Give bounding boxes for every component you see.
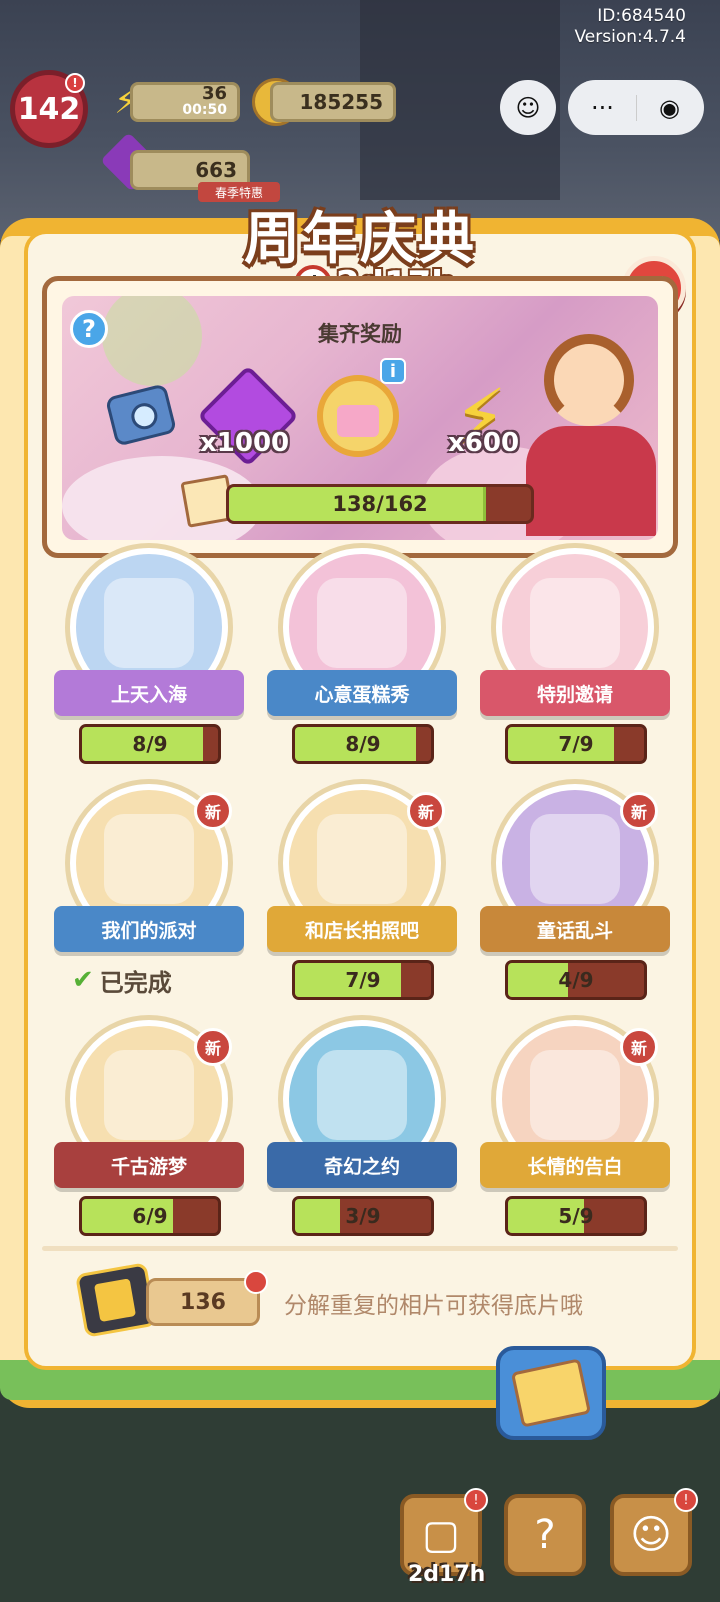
player-id: ID:684540 — [597, 6, 686, 26]
album-progress-bar: 8/9 — [292, 724, 434, 764]
album-art-icon — [317, 814, 407, 904]
close-miniprogram-icon[interactable]: ◉ — [637, 94, 703, 122]
cake-icon — [317, 375, 399, 457]
album-art-icon — [104, 1050, 194, 1140]
album-completed-status: ✔ 已完成 — [72, 960, 172, 1000]
level-badge[interactable]: 142! — [10, 70, 88, 148]
event-title: 周年庆典 — [244, 207, 476, 272]
album-title: 心意蛋糕秀 — [267, 670, 457, 716]
album-progress-bar: 7/9 — [292, 960, 434, 1000]
completed-label: 已完成 — [99, 968, 172, 997]
divider — [42, 1246, 678, 1251]
envelope-icon — [510, 1358, 592, 1428]
album-card[interactable]: 上天入海 8/9 — [54, 548, 244, 764]
album-progress-text: 5/9 — [558, 1204, 594, 1228]
energy-value: 36 — [201, 83, 227, 104]
album-card[interactable]: 特别邀请 7/9 — [480, 548, 670, 764]
album-card[interactable]: 我们的派对 新 ✔ 已完成 — [54, 784, 244, 997]
decompose-hint: 分解重复的相片可获得底片哦 — [284, 1293, 583, 1319]
album-title: 上天入海 — [54, 670, 244, 716]
new-badge: 新 — [620, 792, 658, 830]
coin-counter[interactable]: 185255 — [270, 82, 396, 122]
album-title: 童话乱斗 — [480, 906, 670, 952]
album-art-icon — [104, 814, 194, 904]
new-badge: 新 — [407, 792, 445, 830]
avatar-button[interactable]: ☺ — [500, 80, 556, 135]
mystery-button[interactable]: ? — [504, 1494, 586, 1576]
version-text: Version:4.7.4 — [574, 27, 687, 47]
album-progress-text: 4/9 — [558, 968, 594, 992]
collect-reward-label: 集齐奖励 — [318, 322, 402, 346]
new-badge: 新 — [194, 1028, 232, 1066]
album-alert-dot: ! — [464, 1488, 488, 1512]
album-card[interactable]: 和店长拍照吧 新 7/9 — [267, 784, 457, 1000]
coin-value: 185255 — [299, 90, 384, 114]
album-title: 千古游梦 — [54, 1142, 244, 1188]
miniprogram-capsule: ··· ◉ — [568, 80, 704, 135]
reward-gems-count: x1000 — [200, 428, 290, 458]
reward-gems: x1000 — [197, 365, 299, 467]
reward-energy-count: x600 — [448, 428, 520, 458]
gem-value: 663 — [195, 158, 237, 182]
album-progress-bar: 3/9 — [292, 1196, 434, 1236]
collection-progress-text: 138/162 — [332, 492, 428, 516]
album-title: 我们的派对 — [54, 906, 244, 952]
album-card[interactable]: 长情的告白 新 5/9 — [480, 1020, 670, 1236]
album-card[interactable]: 心意蛋糕秀 8/9 — [267, 548, 457, 764]
film-roll-icon — [74, 1262, 158, 1338]
more-icon[interactable]: ··· — [570, 94, 636, 122]
album-art-icon — [104, 578, 194, 668]
energy-counter[interactable]: 36 00:50 — [130, 82, 240, 122]
album-progress-text: 8/9 — [132, 732, 168, 756]
player-id-version: ID:684540 Version:4.7.4 — [575, 6, 687, 48]
album-art-icon — [317, 578, 407, 668]
album-card[interactable]: 童话乱斗 新 4/9 — [480, 784, 670, 1000]
album-progress-text: 6/9 — [132, 1204, 168, 1228]
album-title: 长情的告白 — [480, 1142, 670, 1188]
album-progress-text: 3/9 — [345, 1204, 381, 1228]
album-art-icon — [530, 578, 620, 668]
album-art-icon — [530, 814, 620, 904]
album-title: 和店长拍照吧 — [267, 906, 457, 952]
film-alert-dot — [244, 1270, 268, 1294]
album-progress-bar: 8/9 — [79, 724, 221, 764]
album-card[interactable]: 千古游梦 新 6/9 — [54, 1020, 244, 1236]
album-progress-bar: 5/9 — [505, 1196, 647, 1236]
info-icon[interactable]: i — [380, 358, 406, 384]
album-title: 奇幻之约 — [267, 1142, 457, 1188]
album-progress-bar: 7/9 — [505, 724, 647, 764]
album-art-icon — [317, 1050, 407, 1140]
album-progress-text: 7/9 — [558, 732, 594, 756]
collection-progress-bar: 138/162 — [226, 484, 534, 524]
friends-alert-dot: ! — [674, 1488, 698, 1512]
album-title: 特别邀请 — [480, 670, 670, 716]
film-count[interactable]: 136 — [146, 1278, 260, 1326]
album-art-icon — [530, 1050, 620, 1140]
album-progress-text: 8/9 — [345, 732, 381, 756]
level-alert-dot: ! — [65, 73, 85, 93]
album-card[interactable]: 奇幻之约 3/9 — [267, 1020, 457, 1236]
bottom-event-timer: 2d17h — [408, 1562, 486, 1587]
character-body — [526, 426, 656, 536]
energy-timer: 00:50 — [182, 102, 227, 118]
reward-energy: ⚡ x600 — [430, 366, 530, 466]
new-badge: 新 — [620, 1028, 658, 1066]
album-progress-bar: 4/9 — [505, 960, 647, 1000]
check-icon: ✔ — [72, 965, 94, 995]
photo-pack-button[interactable] — [496, 1346, 606, 1440]
album-progress-bar: 6/9 — [79, 1196, 221, 1236]
new-badge: 新 — [194, 792, 232, 830]
album-progress-text: 7/9 — [345, 968, 381, 992]
level-number: 142 — [17, 91, 81, 127]
